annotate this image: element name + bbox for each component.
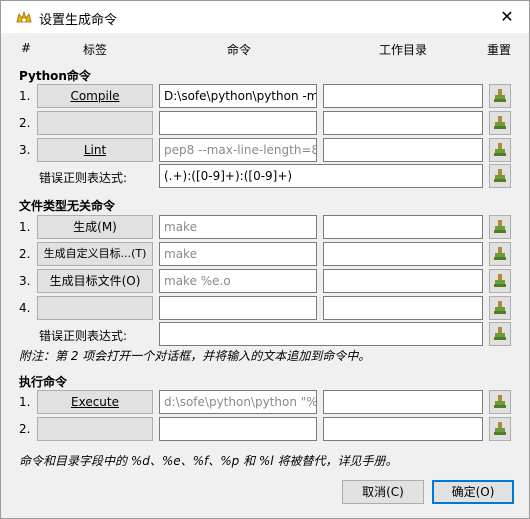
filetype-label-button-3[interactable]: 生成目标文件(O)	[37, 269, 153, 293]
title-bar: 设置生成命令 ✕	[1, 1, 529, 33]
reset-icon	[494, 89, 506, 102]
python-label-button-1[interactable]: Compile	[37, 84, 153, 108]
section-exec-title: 执行命令	[19, 375, 68, 389]
exec-workdir-field-1[interactable]	[323, 390, 483, 414]
reset-icon	[494, 422, 506, 435]
filetype-workdir-field-1[interactable]	[323, 215, 483, 239]
reset-icon	[494, 220, 506, 233]
row-num: 1.	[19, 220, 31, 234]
python-workdir-field-1[interactable]	[323, 84, 483, 108]
exec-reset-button-2[interactable]	[489, 417, 511, 441]
python-command-field-1[interactable]: D:\sofe\python\python -m	[159, 84, 317, 108]
python-label-button-2[interactable]	[37, 111, 153, 135]
section-python-title: Python命令	[19, 69, 91, 83]
python-reset-button-1[interactable]	[489, 84, 511, 108]
filetype-regex-reset-button[interactable]	[489, 322, 511, 346]
reset-icon	[494, 143, 506, 156]
exec-workdir-field-2[interactable]	[323, 417, 483, 441]
python-workdir-field-2[interactable]	[323, 111, 483, 135]
row-num: 4.	[19, 301, 31, 315]
python-command-field-2[interactable]	[159, 111, 317, 135]
filetype-reset-button-4[interactable]	[489, 296, 511, 320]
python-label-button-3[interactable]: Lint	[37, 138, 153, 162]
filetype-command-field-2[interactable]: make	[159, 242, 317, 266]
filetype-reset-button-2[interactable]	[489, 242, 511, 266]
python-regex-label: 错误正则表达式:	[39, 171, 128, 185]
ok-button[interactable]: 确定(O)	[432, 480, 514, 504]
filetype-command-field-3[interactable]: make %e.o	[159, 269, 317, 293]
filetype-label-button-4[interactable]	[37, 296, 153, 320]
header-reset: 重置	[487, 43, 512, 57]
button-label: Lint	[83, 143, 107, 157]
footer-note: 命令和目录字段中的 %d、%e、%f、%p 和 %l 将被替代，详见手册。	[19, 454, 398, 468]
row-num: 1.	[19, 395, 31, 409]
close-button[interactable]: ✕	[495, 5, 519, 29]
filetype-workdir-field-2[interactable]	[323, 242, 483, 266]
header-label: 标签	[83, 43, 108, 57]
filetype-regex-field[interactable]	[159, 322, 483, 346]
row-num: 2.	[19, 116, 31, 130]
exec-label-button-2[interactable]	[37, 417, 153, 441]
button-label: Compile	[70, 89, 120, 103]
python-regex-field[interactable]: (.+):([0-9]+):([0-9]+)	[159, 164, 483, 188]
filetype-reset-button-3[interactable]	[489, 269, 511, 293]
reset-icon	[494, 395, 506, 408]
filetype-workdir-field-4[interactable]	[323, 296, 483, 320]
row-num: 1.	[19, 89, 31, 103]
row-num: 3.	[19, 143, 31, 157]
python-workdir-field-3[interactable]	[323, 138, 483, 162]
filetype-label-button-1[interactable]: 生成(M)	[37, 215, 153, 239]
row-num: 2.	[19, 247, 31, 261]
filetype-label-button-2[interactable]: 生成自定义目标...(T)	[37, 242, 153, 266]
geany-app-icon	[16, 10, 32, 23]
row-num: 3.	[19, 274, 31, 288]
python-reset-button-3[interactable]	[489, 138, 511, 162]
header-command: 命令	[227, 43, 252, 57]
filetype-command-field-1[interactable]: make	[159, 215, 317, 239]
exec-label-button-1[interactable]: Execute	[37, 390, 153, 414]
reset-icon	[494, 274, 506, 287]
header-num: #	[21, 41, 32, 55]
cancel-button[interactable]: 取消(C)	[342, 480, 424, 504]
filetype-note: 附注：第 2 项会打开一个对话框，并将输入的文本追加到命令中。	[19, 349, 371, 363]
section-filetype-title: 文件类型无关命令	[19, 199, 116, 213]
reset-icon	[494, 116, 506, 129]
python-regex-reset-button[interactable]	[489, 164, 511, 188]
filetype-regex-label: 错误正则表达式:	[39, 329, 128, 343]
filetype-reset-button-1[interactable]	[489, 215, 511, 239]
reset-icon	[494, 301, 506, 314]
reset-icon	[494, 327, 506, 340]
exec-command-field-2[interactable]	[159, 417, 317, 441]
header-workdir: 工作目录	[379, 43, 428, 57]
python-reset-button-2[interactable]	[489, 111, 511, 135]
build-commands-dialog: 设置生成命令 ✕ # 标签 命令 工作目录 重置 Python命令 1. Com…	[0, 0, 530, 519]
exec-command-field-1[interactable]: d:\sofe\python\python "%	[159, 390, 317, 414]
filetype-command-field-4[interactable]	[159, 296, 317, 320]
row-num: 2.	[19, 422, 31, 436]
reset-icon	[494, 247, 506, 260]
filetype-workdir-field-3[interactable]	[323, 269, 483, 293]
exec-reset-button-1[interactable]	[489, 390, 511, 414]
button-label: Execute	[71, 395, 119, 409]
window-title: 设置生成命令	[39, 13, 118, 28]
reset-icon	[494, 169, 506, 182]
python-command-field-3[interactable]: pep8 --max-line-length=80	[159, 138, 317, 162]
